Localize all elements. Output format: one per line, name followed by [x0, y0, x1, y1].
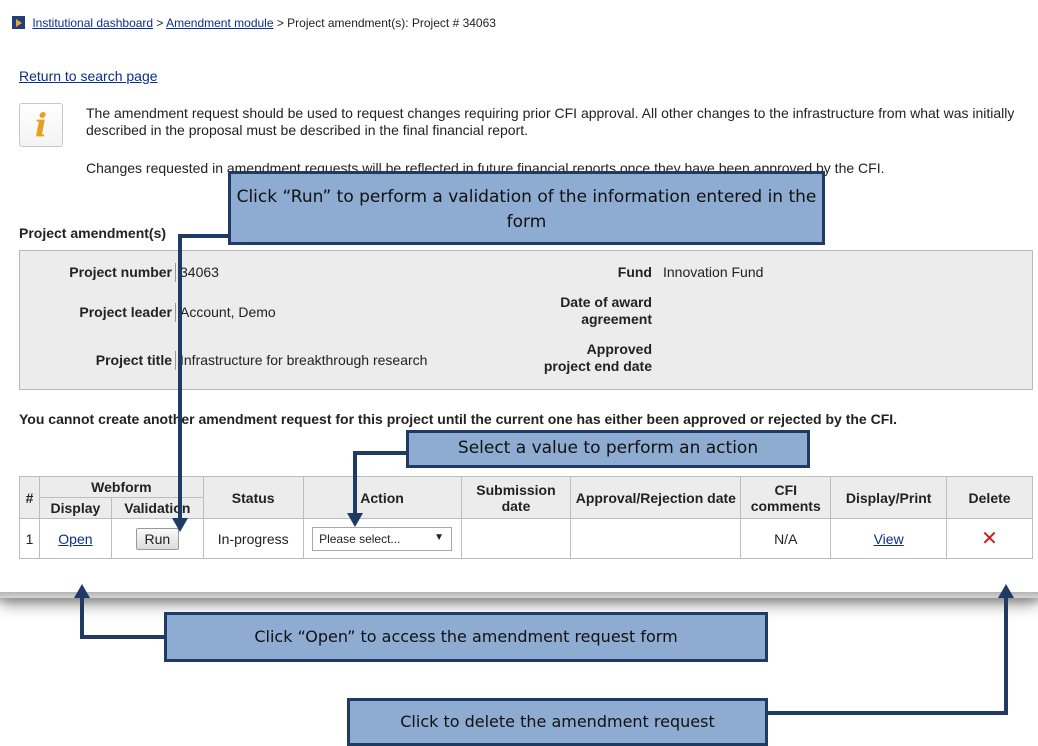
- arrow-to-action-icon: [347, 513, 363, 527]
- arrow-to-delete-icon: [998, 584, 1014, 598]
- arrow-to-open-icon: [74, 584, 90, 598]
- arrow-to-run-icon: [172, 518, 188, 532]
- callout-arrows: [74, 513, 1014, 598]
